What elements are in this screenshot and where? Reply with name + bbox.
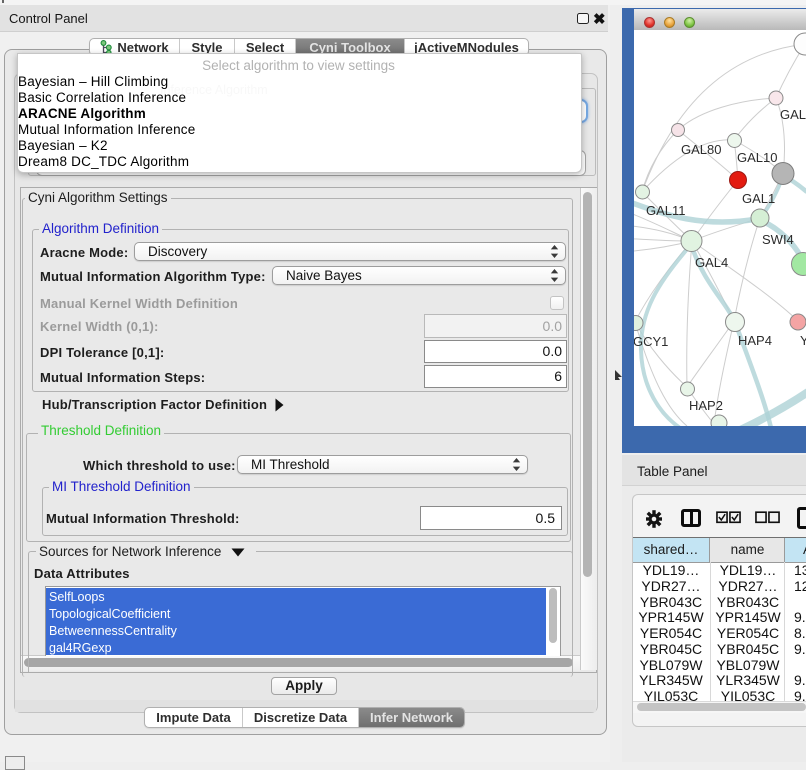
svg-text:GAL10: GAL10 [737,150,777,165]
svg-text:GAL4: GAL4 [695,255,728,270]
svg-text:GAL1: GAL1 [742,191,775,206]
svg-text:HAP4: HAP4 [738,333,772,348]
svg-text:HAP2: HAP2 [689,398,723,413]
svg-text:GCY1: GCY1 [634,334,668,349]
svg-text:GAL80: GAL80 [681,142,721,157]
svg-text:SWI4: SWI4 [762,232,794,247]
svg-text:GAL7: GAL7 [780,107,806,122]
svg-text:Y: Y [800,333,806,348]
svg-text:GAL11: GAL11 [646,203,686,218]
